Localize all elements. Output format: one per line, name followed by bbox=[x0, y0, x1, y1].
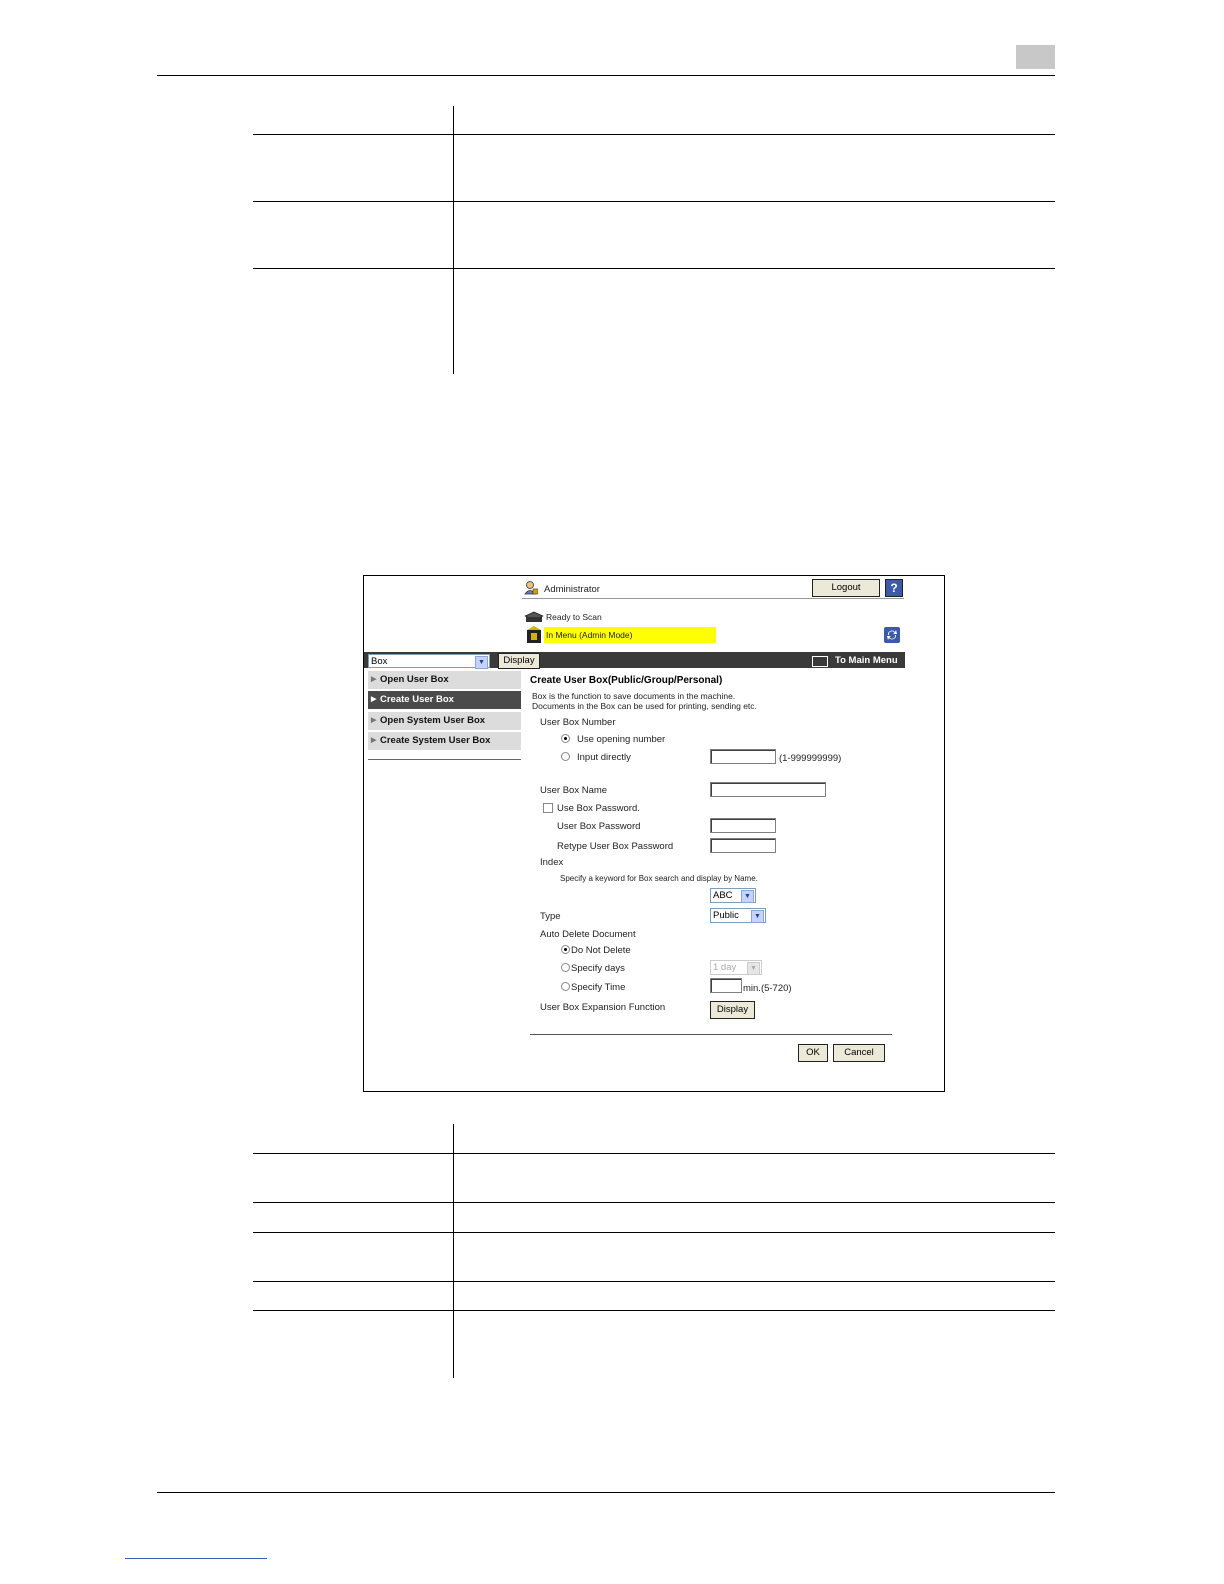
triangle-right-icon: ▶ bbox=[371, 696, 377, 703]
chevron-down-icon: ▼ bbox=[747, 962, 760, 975]
cancel-button[interactable]: Cancel bbox=[833, 1044, 885, 1062]
user-box-number-input[interactable] bbox=[710, 749, 776, 764]
days-select-value: 1 day bbox=[713, 962, 737, 973]
index-select[interactable]: ABC ▼ bbox=[710, 888, 756, 903]
chevron-down-icon: ▼ bbox=[741, 890, 754, 903]
nav-label: Open User Box bbox=[380, 674, 449, 685]
ok-button[interactable]: OK bbox=[798, 1044, 828, 1062]
time-input[interactable] bbox=[710, 978, 742, 993]
nav-create-system-user-box[interactable]: ▶ Create System User Box bbox=[368, 732, 521, 750]
triangle-right-icon: ▶ bbox=[371, 676, 377, 683]
user-box-name-label: User Box Name bbox=[540, 785, 608, 796]
days-select[interactable]: 1 day ▼ bbox=[710, 960, 762, 975]
user-box-number-label: User Box Number bbox=[540, 717, 616, 728]
index-hint: Specify a keyword for Box search and dis… bbox=[560, 874, 758, 883]
table-row-rule bbox=[253, 1232, 1055, 1233]
type-label: Type bbox=[540, 911, 561, 922]
top-rule bbox=[522, 598, 904, 599]
triangle-right-icon: ▶ bbox=[371, 737, 377, 744]
table-divider bbox=[453, 1124, 454, 1378]
user-box-password-label: User Box Password bbox=[557, 821, 641, 832]
specify-time-radio[interactable] bbox=[561, 982, 570, 991]
page-tab-marker bbox=[1016, 45, 1055, 69]
nav-open-system-user-box[interactable]: ▶ Open System User Box bbox=[368, 712, 521, 730]
user-box-number-range: (1-999999999) bbox=[779, 753, 842, 764]
nav-label: Open System User Box bbox=[380, 715, 486, 726]
input-directly-label: Input directly bbox=[577, 752, 631, 763]
specify-days-radio[interactable] bbox=[561, 963, 570, 972]
nav-label: Create System User Box bbox=[380, 735, 491, 746]
use-box-password-label: Use Box Password. bbox=[557, 803, 640, 814]
type-select[interactable]: Public ▼ bbox=[710, 908, 766, 923]
do-not-delete-radio[interactable] bbox=[561, 945, 570, 954]
category-select-value: Box bbox=[371, 656, 388, 667]
use-opening-number-radio[interactable] bbox=[561, 734, 570, 743]
do-not-delete-label: Do Not Delete bbox=[571, 945, 631, 956]
form-bottom-rule bbox=[530, 1034, 892, 1035]
table-row-rule bbox=[253, 1281, 1055, 1282]
nav-label: Create User Box bbox=[380, 694, 454, 705]
table-divider bbox=[453, 106, 454, 374]
status-mode: In Menu (Admin Mode) bbox=[546, 630, 633, 640]
time-unit: min.(5-720) bbox=[743, 983, 792, 994]
triangle-right-icon: ▶ bbox=[371, 717, 377, 724]
refresh-icon[interactable] bbox=[884, 627, 900, 643]
use-opening-number-label: Use opening number bbox=[577, 734, 666, 745]
type-select-value: Public bbox=[713, 910, 739, 921]
input-directly-radio[interactable] bbox=[561, 752, 570, 761]
admin-user-icon bbox=[524, 581, 539, 595]
footer-rule bbox=[157, 1492, 1055, 1493]
specify-time-label: Specify Time bbox=[571, 982, 626, 993]
user-box-name-input[interactable] bbox=[710, 782, 826, 797]
chevron-down-icon: ▼ bbox=[475, 656, 488, 669]
retype-password-label: Retype User Box Password bbox=[557, 841, 674, 852]
nav-create-user-box[interactable]: ▶ Create User Box bbox=[368, 691, 521, 709]
display-button[interactable]: Display bbox=[498, 653, 540, 669]
specify-days-label: Specify days bbox=[571, 963, 625, 974]
status-ready: Ready to Scan bbox=[546, 612, 602, 622]
retype-password-input[interactable] bbox=[710, 838, 776, 853]
auto-delete-label: Auto Delete Document bbox=[540, 929, 636, 940]
machine-status-icon bbox=[524, 626, 544, 644]
nav-open-user-box[interactable]: ▶ Open User Box bbox=[368, 671, 521, 689]
logout-button[interactable]: Logout bbox=[812, 579, 880, 597]
table-row-rule bbox=[253, 201, 1055, 202]
use-box-password-checkbox[interactable] bbox=[543, 803, 553, 813]
table-row-rule bbox=[253, 1310, 1055, 1311]
admin-label: Administrator bbox=[544, 584, 600, 595]
expansion-function-label: User Box Expansion Function bbox=[540, 1002, 666, 1013]
expansion-display-button[interactable]: Display bbox=[710, 1001, 755, 1019]
to-main-menu-link[interactable]: To Main Menu bbox=[835, 655, 898, 666]
scanner-icon bbox=[524, 610, 544, 624]
table-row-rule bbox=[253, 268, 1055, 269]
index-select-value: ABC bbox=[713, 890, 733, 901]
header-rule bbox=[157, 75, 1055, 76]
nav-bottom-rule bbox=[368, 759, 521, 760]
table-row-rule bbox=[253, 134, 1055, 135]
footer-link-underline bbox=[125, 1558, 267, 1559]
user-box-password-input[interactable] bbox=[710, 818, 776, 833]
form-description-2: Documents in the Box can be used for pri… bbox=[532, 701, 757, 711]
chevron-down-icon: ▼ bbox=[751, 910, 764, 923]
form-title: Create User Box(Public/Group/Personal) bbox=[530, 675, 723, 686]
table-row-rule bbox=[253, 1153, 1055, 1154]
category-select[interactable]: Box ▼ bbox=[368, 654, 490, 669]
question-mark-icon[interactable]: ? bbox=[885, 579, 903, 597]
index-label: Index bbox=[540, 857, 564, 868]
main-menu-icon bbox=[812, 656, 828, 667]
table-row-rule bbox=[253, 1202, 1055, 1203]
form-description-1: Box is the function to save documents in… bbox=[532, 691, 736, 701]
create-user-box-screenshot: Administrator Logout ? Ready to Scan In … bbox=[363, 575, 945, 1092]
